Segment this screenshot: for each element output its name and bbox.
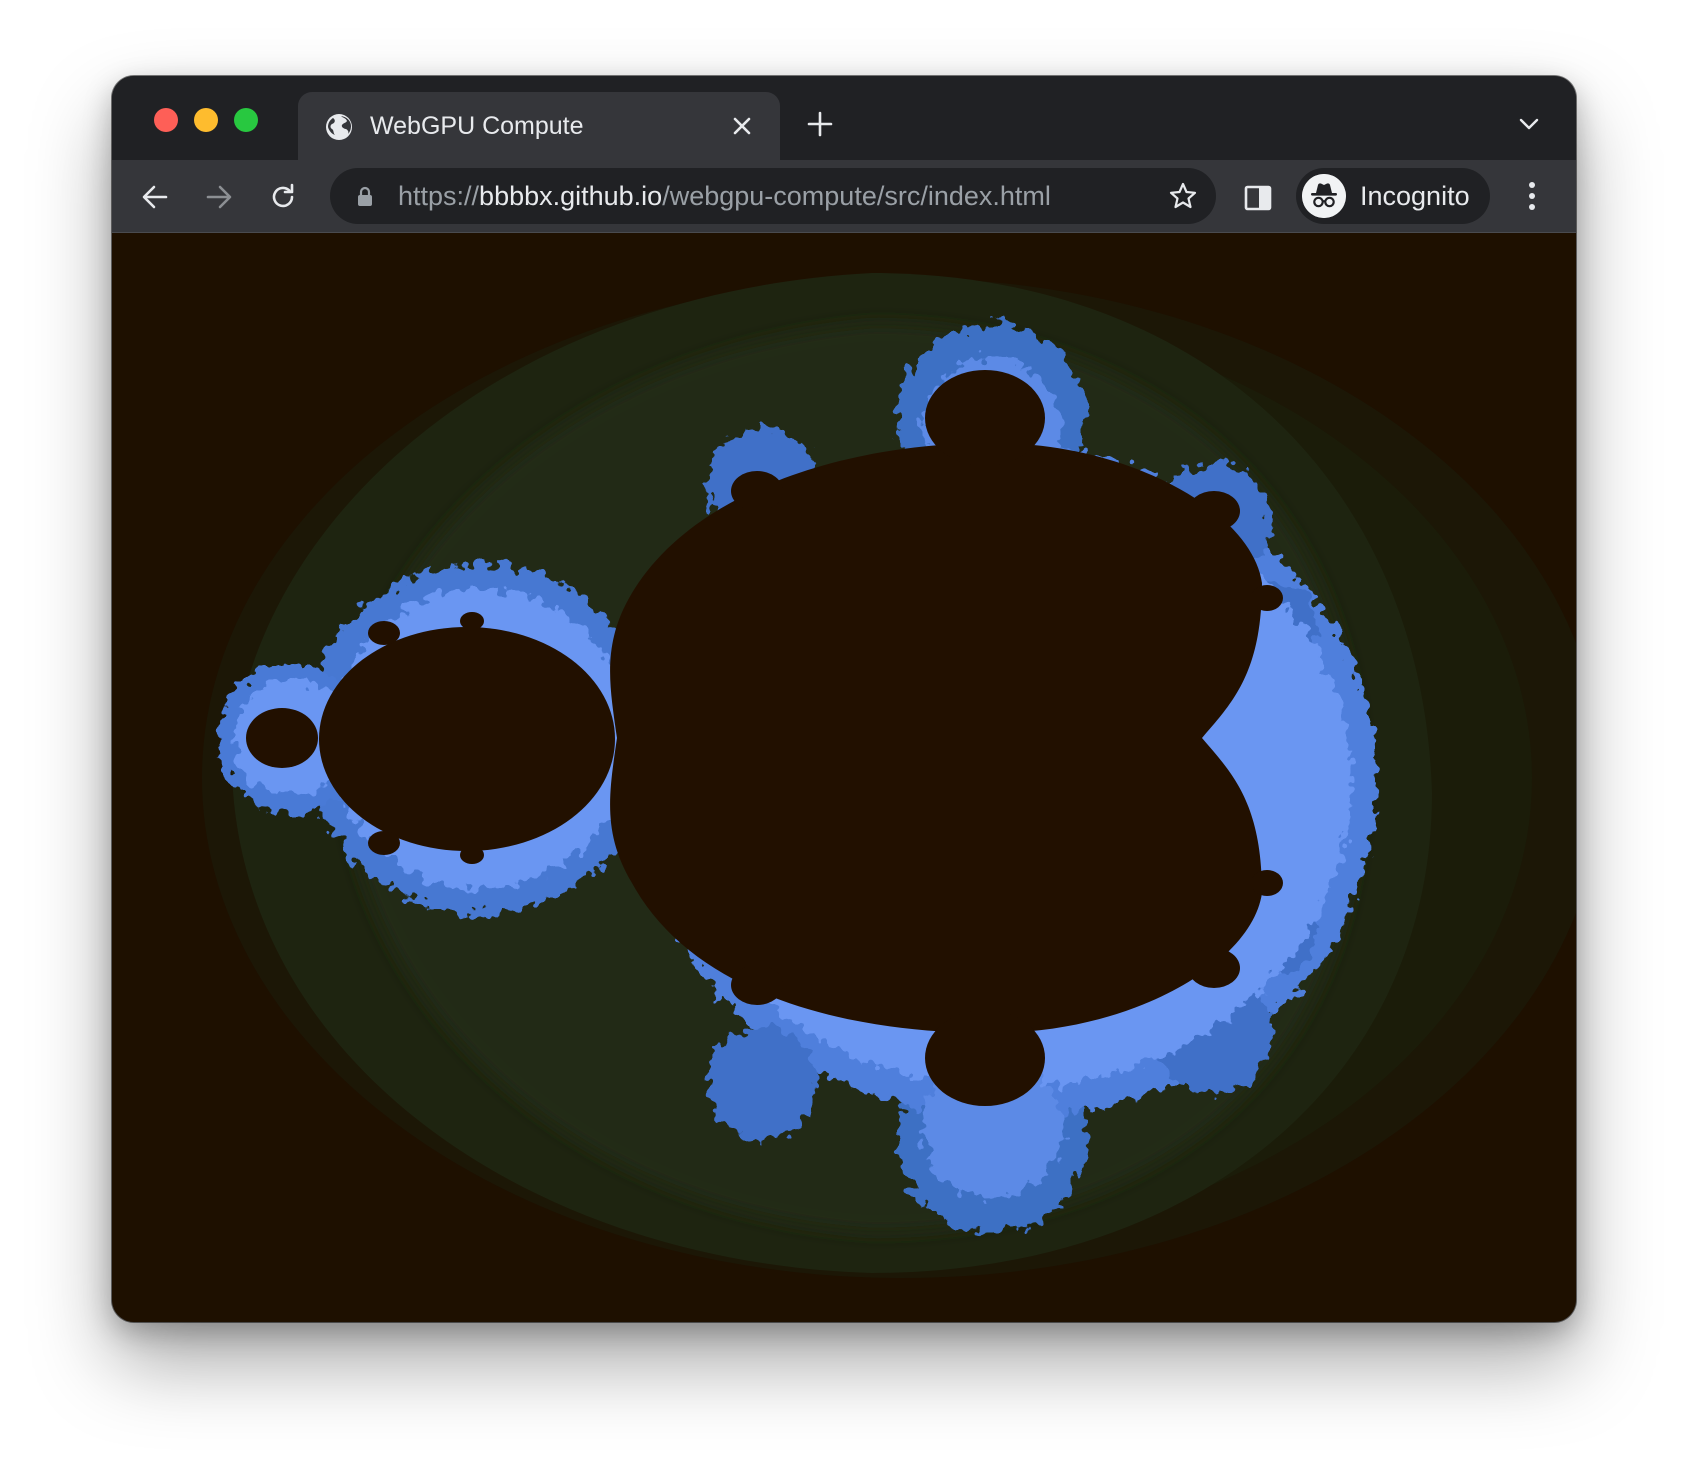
close-window-button[interactable] xyxy=(154,108,178,132)
profile-label: Incognito xyxy=(1360,181,1470,211)
tab-strip: WebGPU Compute xyxy=(112,76,1576,160)
url-scheme: https:// xyxy=(398,181,480,211)
url-text: https://bbbbx.github.io/webgpu-compute/s… xyxy=(398,181,1051,211)
page-viewport xyxy=(112,233,1576,1322)
mandelbrot-canvas[interactable] xyxy=(112,233,1576,1322)
zoom-window-button[interactable] xyxy=(234,108,258,132)
url-host: bbbbx.github.io xyxy=(479,181,663,211)
url-path: /webgpu-compute/src/index.html xyxy=(662,181,1051,211)
back-arrow-icon[interactable] xyxy=(140,182,170,212)
tab-webgpu-compute[interactable]: WebGPU Compute xyxy=(298,92,780,160)
globe-icon xyxy=(326,114,352,140)
toolbar: https://bbbbx.github.io/webgpu-compute/s… xyxy=(112,160,1576,233)
close-icon[interactable] xyxy=(730,114,754,138)
menu-dots-icon[interactable] xyxy=(1526,180,1538,212)
forward-arrow-icon[interactable] xyxy=(204,182,234,212)
browser-window: WebGPU Compute https://bbbbx.github.io/w… xyxy=(112,76,1576,1322)
minimize-window-button[interactable] xyxy=(194,108,218,132)
tab-title: WebGPU Compute xyxy=(370,112,584,140)
chevron-down-icon[interactable] xyxy=(1518,116,1540,132)
incognito-profile-button[interactable]: Incognito xyxy=(1296,168,1490,224)
star-icon[interactable] xyxy=(1168,181,1198,211)
address-bar[interactable]: https://bbbbx.github.io/webgpu-compute/s… xyxy=(330,168,1216,224)
incognito-icon xyxy=(1302,174,1346,218)
side-panel-icon[interactable] xyxy=(1244,185,1272,211)
reload-icon[interactable] xyxy=(268,182,298,212)
new-tab-icon[interactable] xyxy=(806,110,834,138)
lock-icon[interactable] xyxy=(356,185,374,207)
